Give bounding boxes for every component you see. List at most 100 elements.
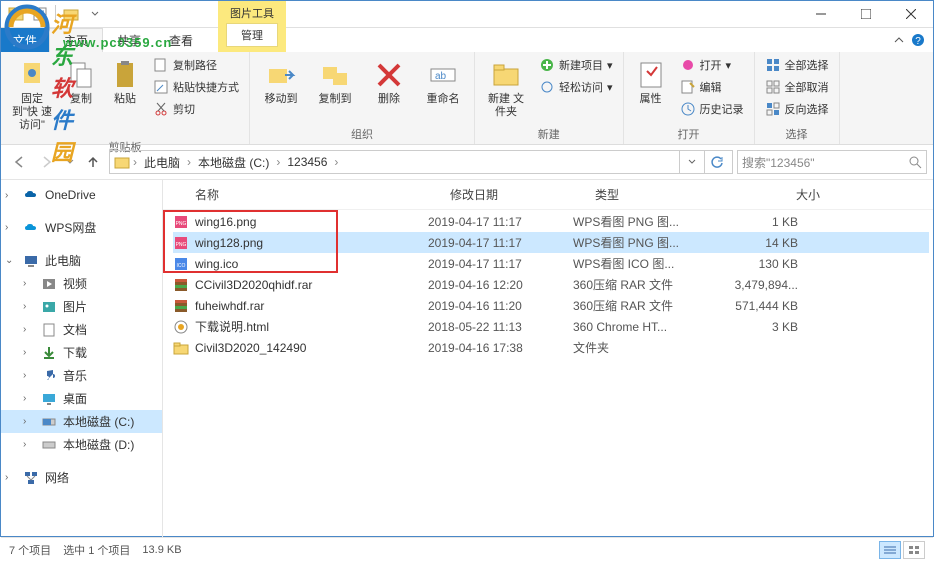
file-list[interactable]: PNG wing16.png 2019-04-17 11:17 WPS看图 PN… [163,210,933,537]
file-pane: 名称 修改日期 类型 大小 PNG wing16.png 2019-04-17 … [163,180,933,537]
tree-wps[interactable]: ›WPS网盘 [1,216,162,239]
history-button[interactable]: 历史记录 [676,99,748,119]
file-type: 360压缩 RAR 文件 [573,297,718,314]
invert-selection-button[interactable]: 反向选择 [761,99,833,119]
file-row[interactable]: Civil3D2020_142490 2019-04-16 17:38 文件夹 [173,337,929,358]
edit-button[interactable]: 编辑 [676,77,748,97]
new-item-button[interactable]: 新建项目 ▾ [535,55,617,75]
title-bar: 123456 图片工具 管理 [1,1,933,28]
file-row[interactable]: CCivil3D2020qhidf.rar 2019-04-16 12:20 3… [173,274,929,295]
tree-drive-d[interactable]: ›本地磁盘 (D:) [1,433,162,456]
file-row[interactable]: ICO wing.ico 2019-04-17 11:17 WPS看图 ICO … [173,253,929,274]
cut-button[interactable]: 剪切 [149,99,243,119]
svg-text:ICO: ICO [177,263,186,269]
forward-button[interactable] [35,150,59,174]
open-button[interactable]: 打开 ▾ [676,55,748,75]
help-icon[interactable]: ? [911,33,925,47]
breadcrumb-dropdown[interactable] [679,151,703,173]
new-folder-icon[interactable] [60,3,82,25]
ribbon: 固定到"快 速访问" 复制 粘贴 复制路径 粘贴快捷方式 剪切 剪贴板 移动到 … [1,52,933,145]
minimize-button[interactable] [798,1,843,28]
file-size: 14 KB [718,236,818,250]
tab-home[interactable]: 主页 [49,28,103,52]
tree-music[interactable]: ›音乐 [1,364,162,387]
context-tab[interactable]: 管理 [226,23,278,47]
file-size: 130 KB [718,257,818,271]
svg-text:?: ? [915,36,921,47]
col-date[interactable]: 修改日期 [450,186,595,203]
properties-icon[interactable] [29,3,51,25]
crumb-drive[interactable]: 本地磁盘 (C:) [194,154,273,171]
folder-icon[interactable] [5,3,27,25]
copy-button[interactable]: 复制 [61,55,101,110]
properties-button[interactable]: 属性 [630,55,672,110]
tree-downloads[interactable]: ›下载 [1,341,162,364]
file-type: 360压缩 RAR 文件 [573,276,718,293]
qat-dropdown-icon[interactable] [84,3,106,25]
file-date: 2019-04-17 11:17 [428,257,573,271]
breadcrumb[interactable]: › 此电脑 › 本地磁盘 (C:) › 123456 › [109,150,733,174]
file-type: WPS看图 PNG 图... [573,234,718,251]
tree-videos[interactable]: ›视频 [1,272,162,295]
file-tab[interactable]: 文件 [1,28,49,52]
crumb-folder[interactable]: 123456 [283,155,331,169]
file-type: 文件夹 [573,339,718,356]
file-type: WPS看图 PNG 图... [573,213,718,230]
col-type[interactable]: 类型 [595,186,740,203]
copy-to-button[interactable]: 复制到 [310,55,360,110]
tree-drive-c[interactable]: ›本地磁盘 (C:) [1,410,162,433]
move-to-button[interactable]: 移动到 [256,55,306,110]
tree-onedrive[interactable]: ›OneDrive [1,184,162,206]
file-size: 3 KB [718,320,818,334]
tree-desktop[interactable]: ›桌面 [1,387,162,410]
maximize-button[interactable] [843,1,888,28]
address-bar: › 此电脑 › 本地磁盘 (C:) › 123456 › 搜索"123456" [1,145,933,180]
tree-documents[interactable]: ›文档 [1,318,162,341]
tab-view[interactable]: 查看 [155,28,207,52]
ribbon-group-clipboard: 固定到"快 速访问" 复制 粘贴 复制路径 粘贴快捷方式 剪切 剪贴板 [1,52,250,144]
ribbon-expand-icon[interactable] [893,34,905,46]
status-bar: 7 个项目 选中 1 个项目 13.9 KB [1,537,933,561]
crumb-this-pc[interactable]: 此电脑 [140,154,184,171]
file-row[interactable]: PNG wing128.png 2019-04-17 11:17 WPS看图 P… [173,232,929,253]
file-size: 571,444 KB [718,299,818,313]
history-dropdown[interactable] [63,150,77,174]
tree-pictures[interactable]: ›图片 [1,295,162,318]
file-row[interactable]: 下载说明.html 2018-05-22 11:13 360 Chrome HT… [173,316,929,337]
file-icon [173,340,189,356]
tree-network[interactable]: ›网络 [1,466,162,489]
search-icon [908,155,922,169]
ribbon-tabs: 文件 主页 共享 查看 ? [1,28,933,52]
select-none-button[interactable]: 全部取消 [761,77,833,97]
col-size[interactable]: 大小 [740,186,840,203]
file-name: wing16.png [195,215,428,229]
easy-access-button[interactable]: 轻松访问 ▾ [535,77,617,97]
paste-button[interactable]: 粘贴 [105,55,145,110]
delete-button[interactable]: 删除 [364,55,414,110]
select-all-button[interactable]: 全部选择 [761,55,833,75]
file-date: 2019-04-16 11:20 [428,299,573,313]
file-row[interactable]: PNG wing16.png 2019-04-17 11:17 WPS看图 PN… [173,211,929,232]
view-details-button[interactable] [879,541,901,559]
file-icon: PNG [173,214,189,230]
copy-path-button[interactable]: 复制路径 [149,55,243,75]
file-date: 2019-04-17 11:17 [428,236,573,250]
rename-button[interactable]: ab重命名 [418,55,468,110]
new-folder-button[interactable]: 新建 文件夹 [481,55,531,123]
col-name[interactable]: 名称 [195,186,450,203]
pin-quickaccess-button[interactable]: 固定到"快 速访问" [7,55,57,137]
close-button[interactable] [888,1,933,28]
svg-text:PNG: PNG [176,242,187,248]
file-size: 1 KB [718,215,818,229]
up-button[interactable] [81,150,105,174]
view-icons-button[interactable] [903,541,925,559]
tab-share[interactable]: 共享 [103,28,155,52]
tree-this-pc[interactable]: ⌄此电脑 [1,249,162,272]
file-date: 2018-05-22 11:13 [428,320,573,334]
refresh-button[interactable] [704,151,728,173]
file-row[interactable]: fuheiwhdf.rar 2019-04-16 11:20 360压缩 RAR… [173,295,929,316]
search-input[interactable]: 搜索"123456" [737,150,927,174]
status-items: 7 个项目 [9,542,51,558]
back-button[interactable] [7,150,31,174]
paste-shortcut-button[interactable]: 粘贴快捷方式 [149,77,243,97]
